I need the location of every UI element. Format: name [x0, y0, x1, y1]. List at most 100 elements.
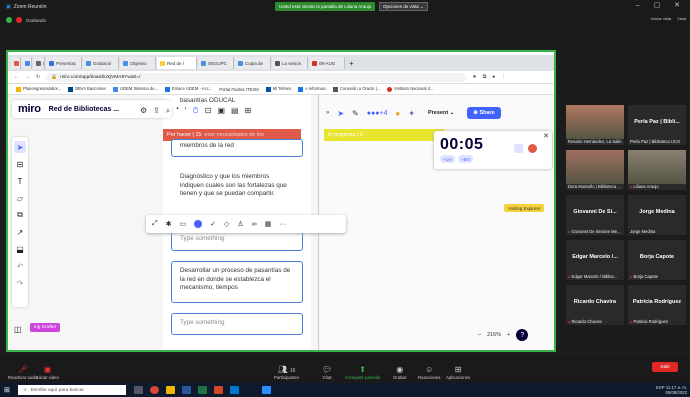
apps-button[interactable]: ⊞ Aplicaciones	[446, 365, 470, 380]
video-button[interactable]: ▣ Iniciar video	[36, 365, 59, 380]
reactions-icon[interactable]: ✎	[352, 109, 359, 118]
view-buttons[interactable]: Iniciar vista Vista	[651, 16, 686, 21]
miro-logo[interactable]: miro	[18, 103, 41, 115]
participant-tile[interactable]: Perla Paz | Bibli... Perla Paz | Bibliote…	[628, 105, 686, 145]
check-icon[interactable]: ✓	[210, 220, 216, 228]
timer-stop-button[interactable]	[528, 144, 537, 153]
browser-tab[interactable]: (	[33, 57, 45, 69]
assignee-icon[interactable]: ♙	[237, 220, 243, 228]
reload-icon[interactable]: ↻	[36, 74, 40, 80]
bookmark-item[interactable]: BBVA Bancomer	[68, 86, 106, 92]
browser-tab[interactable]: Objetivo	[120, 57, 156, 69]
browser-tab[interactable]: Presentac	[46, 57, 82, 69]
file-explorer-icon[interactable]	[166, 386, 175, 394]
participant-tile[interactable]: Giovanni De Si... ⌀Giovanni De Simone Me.…	[566, 195, 624, 235]
timer-plus-1-button[interactable]: +1m	[440, 155, 455, 163]
timer-icon[interactable]: ⏱	[193, 106, 199, 116]
upload-tool-icon[interactable]: ⬓	[14, 243, 26, 255]
record-button[interactable]: ◉ Grabar	[393, 365, 406, 380]
bookmark-item[interactable]: Enlace UDEM - Acc...	[165, 86, 212, 92]
card[interactable]: Diagnóstico y que los miembros indiquen …	[171, 167, 303, 213]
sticky-note-icon[interactable]: ▱	[14, 192, 26, 204]
avatar[interactable]: ●	[395, 109, 400, 118]
text-tool-icon[interactable]: T	[14, 175, 26, 187]
present-button[interactable]: Present ⌄	[423, 107, 459, 119]
bookmark-item[interactable]: Conexión a Oracle |...	[332, 86, 380, 92]
card-text[interactable]: Desarrollar un proceso de pasantías de l…	[180, 267, 290, 291]
chrome-icon[interactable]	[150, 386, 159, 394]
miro-board[interactable]: miro Red de Bibliotecas ... ⚙ ⇪ ⌕ ▪ › ⏱ …	[8, 95, 554, 350]
share-button[interactable]: ⊕ Share	[467, 107, 501, 119]
redo-icon[interactable]: ↷	[14, 277, 26, 289]
bookmark-item[interactable]: Portal Padres ITESM	[219, 87, 258, 92]
participant-tile[interactable]: Jorge Medina Jorge Medina	[628, 195, 686, 235]
bookmark-item[interactable]: Mi Telmex	[265, 86, 291, 92]
timer-pause-button[interactable]	[514, 144, 523, 153]
word-icon[interactable]	[182, 386, 191, 394]
view-button[interactable]: Vista	[677, 16, 686, 21]
participant-tile[interactable]: Rosario Hernández, La Salle	[566, 105, 624, 145]
calendar-icon[interactable]: ▦	[265, 220, 272, 228]
browser-tab-active[interactable]: Red de l	[157, 57, 197, 69]
reactions-button[interactable]: ☺ Reacciones	[418, 365, 440, 380]
participant-tile[interactable]: Edgar Marcelo /... ⌀Edgar Marcelo / Bibli…	[566, 240, 624, 280]
card[interactable]: basantías ODUCAL	[171, 95, 303, 107]
system-clock[interactable]: ESP 11:17 a. m. 09/08/2022	[656, 385, 687, 395]
new-tab-icon[interactable]: +	[349, 59, 354, 68]
browser-tab[interactable]	[11, 57, 21, 69]
excel-icon[interactable]	[198, 386, 207, 394]
extensions-icon[interactable]: ⧉	[483, 74, 487, 80]
window-controls[interactable]: – ▢ ✕	[636, 1, 686, 9]
participant-tile[interactable]: Dora Montaño | Biblioteca ...	[566, 150, 624, 190]
frame-icon[interactable]: ▣	[217, 106, 225, 116]
zoom-out-icon[interactable]: –	[478, 332, 481, 338]
comment-icon[interactable]: ▤	[231, 106, 239, 116]
taskbar-search[interactable]: ⌕ Escribe aquí para buscar	[18, 385, 126, 395]
bookmark-item[interactable]: Planeegresoslabor...	[16, 86, 61, 92]
zoom-app-icon[interactable]	[262, 386, 271, 394]
card[interactable]: Type something	[171, 313, 303, 335]
bookmark-star-icon[interactable]: ★	[472, 74, 476, 80]
share-screen-button[interactable]: ⬆ Compartir pantalla	[345, 365, 380, 380]
image-icon[interactable]: ▭	[179, 220, 186, 228]
select-tool-icon[interactable]: ➤	[14, 141, 26, 153]
bookmark-item[interactable]: e informaci	[298, 86, 326, 92]
color-swatch[interactable]	[194, 220, 203, 228]
participant-tile[interactable]: Patricia Rodríguez ⌀Patricia Rodríguez	[628, 285, 686, 325]
shapes-tool-icon[interactable]: ⧉	[14, 209, 26, 221]
board-title[interactable]: Red de Bibliotecas ...	[49, 106, 119, 113]
search-icon[interactable]: ⌕	[166, 106, 170, 116]
forward-icon[interactable]: →	[25, 74, 30, 80]
timer-plus-5-button[interactable]: +5m	[458, 155, 473, 163]
start-view-button[interactable]: Iniciar vista	[651, 16, 671, 21]
upload-icon[interactable]: ⇪	[153, 106, 160, 116]
menu-icon[interactable]: ⋮	[501, 74, 506, 80]
profile-icon[interactable]: ●	[492, 74, 495, 80]
card-editing[interactable]: Desarrollar un proceso de pasantías de l…	[171, 261, 303, 303]
undo-icon[interactable]: ↶	[14, 260, 26, 272]
chat-button[interactable]: 💬︎ Chat	[322, 365, 332, 380]
audio-button[interactable]: 🎤︎ Reactivar audio	[8, 365, 38, 380]
participant-tile[interactable]: ⌀Liliana Araujo	[628, 150, 686, 190]
card[interactable]: miembros de la red	[171, 139, 303, 157]
collaborators-avatars[interactable]: ●●●+4	[367, 110, 388, 117]
windows-start-icon[interactable]: ⊞	[4, 386, 10, 394]
view-options-button[interactable]: Opciones de vista ⌄	[379, 2, 428, 11]
participants-button[interactable]: 👥︎ 16 Participantes	[274, 365, 299, 380]
tag-icon[interactable]: ◇	[224, 220, 229, 228]
vote-icon[interactable]: ⊡	[205, 106, 212, 116]
settings-icon[interactable]: ⚙	[140, 106, 147, 116]
notifications-icon[interactable]: ✦	[408, 109, 415, 118]
participant-tile[interactable]: Ricardo Chavira ⌀Ricardo Chavira	[566, 285, 624, 325]
browser-tab[interactable]: Grabació	[83, 57, 119, 69]
board-panel-icon[interactable]: ◫	[14, 325, 22, 334]
link-icon[interactable]: ∞	[252, 221, 257, 228]
pen-tool-icon[interactable]: ↗	[14, 226, 26, 238]
cursor-icon[interactable]: ➤	[337, 109, 344, 118]
powerpoint-icon[interactable]	[214, 386, 223, 394]
participant-tile[interactable]: Borja Capote ⌀Borja Capote	[628, 240, 686, 280]
task-view-icon[interactable]	[134, 386, 143, 394]
browser-tab[interactable]: Copia de	[235, 57, 271, 69]
browser-tab[interactable]: La sesión	[272, 57, 308, 69]
zoom-in-icon[interactable]: +	[507, 332, 510, 338]
